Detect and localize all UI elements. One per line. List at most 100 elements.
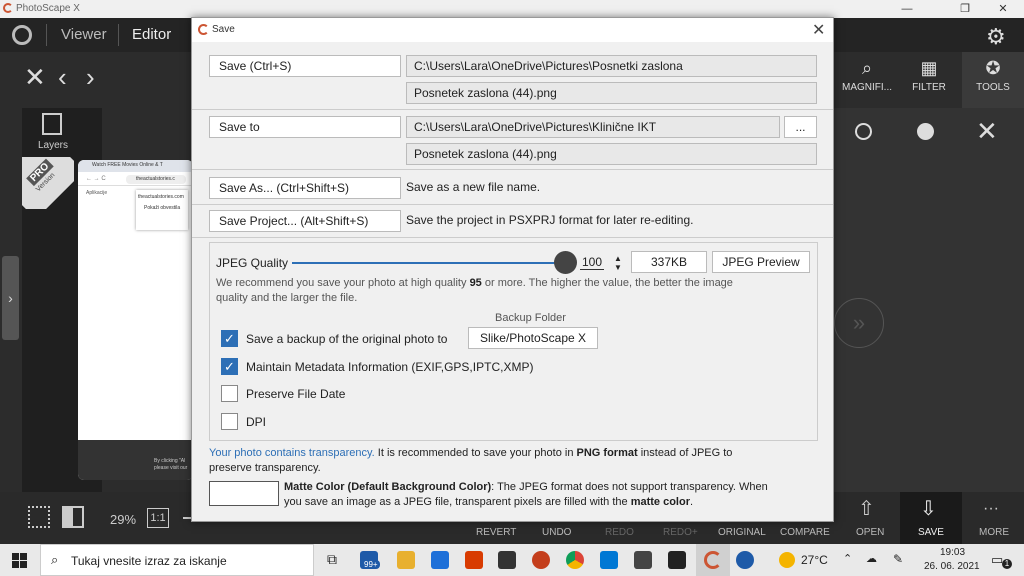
jpeg-quality-slider-thumb[interactable] bbox=[554, 251, 577, 274]
tool-magnifier[interactable]: ⌕ MAGNIFI... bbox=[836, 58, 898, 93]
backup-checkbox-label[interactable]: Save a backup of the original photo to bbox=[246, 332, 447, 346]
preserve-date-checkbox[interactable] bbox=[221, 385, 238, 402]
save-filename-field[interactable]: Posnetek zaslona (44).png bbox=[406, 82, 817, 104]
search-placeholder: Tukaj vnesite izraz za iskanje bbox=[71, 554, 227, 568]
nav-viewer[interactable]: Viewer bbox=[61, 26, 107, 43]
zoom-level[interactable]: 29% bbox=[110, 512, 136, 527]
task-view-icon[interactable]: ⧉ bbox=[327, 551, 337, 568]
chevron-right-icon[interactable]: › bbox=[86, 62, 95, 93]
pro-badge: PRO Version bbox=[22, 157, 74, 209]
metadata-checkbox-label[interactable]: Maintain Metadata Information (EXIF,GPS,… bbox=[246, 360, 533, 374]
preview-address: theactualstories.c bbox=[126, 175, 186, 184]
mail-badge: 99+ bbox=[362, 560, 380, 569]
weather-icon bbox=[779, 552, 795, 568]
matte-color-swatch[interactable] bbox=[209, 481, 279, 506]
save-path-field[interactable]: C:\Users\Lara\OneDrive\Pictures\Posnetki… bbox=[406, 55, 817, 77]
jpeg-quality-stepper[interactable]: 100 ▲ ▼ bbox=[580, 251, 626, 273]
clock-date[interactable]: 26. 06. 2021 bbox=[924, 561, 980, 572]
redo-button[interactable]: REDO bbox=[605, 527, 634, 538]
dpi-checkbox-label[interactable]: DPI bbox=[246, 415, 266, 429]
file-explorer-icon[interactable] bbox=[397, 551, 415, 569]
tray-chevron-icon[interactable]: ⌃ bbox=[843, 552, 852, 565]
save-to-filename-field[interactable]: Posnetek zaslona (44).png bbox=[406, 143, 817, 165]
photoscape-logo-icon[interactable] bbox=[12, 25, 32, 45]
minimize-button[interactable]: — bbox=[884, 1, 930, 17]
jpeg-preview-button[interactable]: JPEG Preview bbox=[712, 251, 810, 273]
pen-icon[interactable]: ✎ bbox=[893, 552, 903, 566]
panel-close-icon[interactable]: ✕ bbox=[976, 116, 998, 147]
dialog-titlebar: Save ✕ bbox=[192, 18, 833, 42]
save-button[interactable]: Save (Ctrl+S) bbox=[209, 55, 401, 77]
filter-icon: ▦ bbox=[920, 58, 938, 78]
dpi-checkbox[interactable] bbox=[221, 413, 238, 430]
jpeg-quality-slider-track[interactable] bbox=[292, 262, 562, 264]
photoscape-window: PhotoScape X — ❐ ✕ Viewer Editor ⚙ ✕ ‹ ›… bbox=[0, 0, 1024, 576]
metadata-checkbox[interactable]: ✓ bbox=[221, 358, 238, 375]
window-title: PhotoScape X bbox=[16, 3, 80, 14]
preview-footer-1: By clicking "Al bbox=[154, 458, 186, 464]
clock-time[interactable]: 19:03 bbox=[940, 547, 965, 558]
nav-editor[interactable]: Editor bbox=[132, 26, 171, 43]
windows-start-icon[interactable] bbox=[12, 553, 27, 568]
office-icon[interactable] bbox=[465, 551, 483, 569]
photoscape-taskbar-button[interactable] bbox=[696, 544, 730, 576]
dialog-app-icon bbox=[198, 24, 209, 35]
undo-button[interactable]: UNDO bbox=[542, 527, 571, 538]
jpeg-quality-value[interactable]: 100 bbox=[580, 255, 605, 270]
preserve-date-checkbox-label[interactable]: Preserve File Date bbox=[246, 387, 345, 401]
settings-gear-icon[interactable]: ⚙ bbox=[986, 24, 1006, 50]
redo-plus-button[interactable]: REDO+ bbox=[663, 527, 698, 538]
close-icon[interactable]: ✕ bbox=[24, 62, 46, 93]
save-project-button[interactable]: Save Project... (Alt+Shift+S) bbox=[209, 210, 401, 232]
vscode-icon[interactable] bbox=[600, 551, 618, 569]
more-button[interactable]: MORE bbox=[979, 527, 1009, 538]
original-button[interactable]: ORIGINAL bbox=[718, 527, 766, 538]
fast-forward-icon[interactable]: » bbox=[834, 298, 884, 348]
divider bbox=[192, 204, 833, 205]
open-icon[interactable]: ⇧ bbox=[858, 496, 875, 521]
circle-outline-icon[interactable] bbox=[855, 123, 872, 140]
save-icon[interactable]: ⇩ bbox=[920, 496, 937, 521]
compare-split-icon[interactable] bbox=[62, 506, 84, 528]
expand-panel-button[interactable]: › bbox=[2, 256, 19, 340]
open-button[interactable]: OPEN bbox=[856, 527, 884, 538]
save-as-button[interactable]: Save As... (Ctrl+Shift+S) bbox=[209, 177, 401, 199]
tool-filter[interactable]: ▦ FILTER bbox=[898, 58, 960, 93]
save-toolbar-button[interactable]: SAVE bbox=[918, 527, 944, 538]
preview-apps: Aplikacije bbox=[86, 190, 108, 196]
powerpoint-icon[interactable] bbox=[532, 551, 550, 569]
layers-icon[interactable] bbox=[42, 113, 62, 135]
divider bbox=[192, 169, 833, 170]
zoom-out-icon[interactable] bbox=[183, 517, 191, 519]
save-to-button[interactable]: Save to bbox=[209, 116, 401, 138]
help-icon[interactable] bbox=[736, 551, 754, 569]
divider bbox=[192, 109, 833, 110]
browse-folder-button[interactable]: ... bbox=[784, 116, 817, 138]
taskbar-search[interactable]: ⌕ Tukaj vnesite izraz za iskanje bbox=[40, 544, 314, 576]
window-close-button[interactable]: ✕ bbox=[980, 1, 1024, 17]
preview-footer-2: please visit our bbox=[154, 465, 188, 471]
save-dialog: Save ✕ Save (Ctrl+S) C:\Users\Lara\OneDr… bbox=[191, 17, 834, 522]
tool-tools[interactable]: ✪ TOOLS bbox=[962, 52, 1024, 108]
revert-button[interactable]: REVERT bbox=[476, 527, 516, 538]
save-to-path-field[interactable]: C:\Users\Lara\OneDrive\Pictures\Klinične… bbox=[406, 116, 780, 138]
tool-filter-label: FILTER bbox=[912, 82, 946, 93]
compare-button[interactable]: COMPARE bbox=[780, 527, 830, 538]
app-bolt-icon[interactable] bbox=[498, 551, 516, 569]
more-icon[interactable]: ··· bbox=[983, 500, 999, 518]
inkscape-icon[interactable] bbox=[668, 551, 686, 569]
photoscape-icon bbox=[704, 551, 722, 569]
backup-folder-button[interactable]: Slike/PhotoScape X bbox=[468, 327, 598, 349]
settings-icon[interactable] bbox=[634, 551, 652, 569]
stepper-down-icon[interactable]: ▼ bbox=[614, 257, 622, 279]
weather-temp[interactable]: 27°C bbox=[801, 553, 828, 567]
dialog-close-button[interactable]: ✕ bbox=[812, 20, 825, 40]
chevron-left-icon[interactable]: ‹ bbox=[58, 62, 67, 93]
zoom-fit-button[interactable]: 1:1 bbox=[147, 508, 169, 528]
circle-filled-icon[interactable] bbox=[917, 123, 934, 140]
select-area-icon[interactable] bbox=[28, 506, 50, 528]
chrome-icon[interactable] bbox=[566, 551, 584, 569]
network-icon[interactable]: ☁ bbox=[866, 552, 877, 565]
backup-checkbox[interactable]: ✓ bbox=[221, 330, 238, 347]
dropbox-icon[interactable] bbox=[431, 551, 449, 569]
